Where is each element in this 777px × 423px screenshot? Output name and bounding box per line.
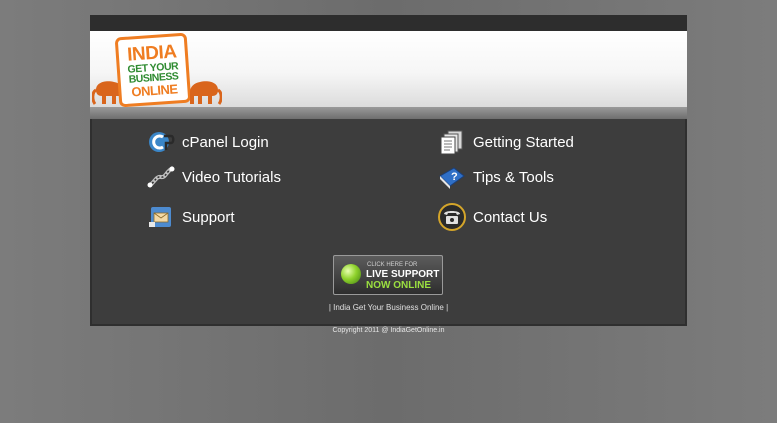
menu-support-label: Support (182, 208, 235, 226)
cpanel-icon (146, 129, 176, 155)
menu-getting-started-label: Getting Started (473, 133, 574, 151)
copyright-text: Copyright 2011 @ IndiaGetOnline.in (332, 327, 445, 334)
live-support-small-text: CLICK HERE FOR (367, 262, 418, 268)
help-book-icon: ? (437, 164, 467, 190)
online-status-light-icon (341, 264, 361, 284)
header: INDIA GET YOUR BUSINESS ONLINE (90, 31, 687, 108)
logo[interactable]: INDIA GET YOUR BUSINESS ONLINE (114, 32, 192, 108)
telephone-icon (437, 203, 467, 231)
support-mail-icon (146, 204, 176, 230)
live-support-text: LIVE SUPPORT (366, 269, 440, 280)
svg-text:?: ? (451, 171, 458, 183)
elephant-right-icon (190, 81, 222, 105)
menu-video-tutorials-label: Video Tutorials (182, 168, 281, 186)
now-online-text: NOW ONLINE (366, 280, 431, 291)
menu-contact-us[interactable]: Contact Us (437, 203, 548, 231)
menu-getting-started[interactable]: Getting Started (437, 129, 574, 155)
menu-cpanel-login-label: cPanel Login (182, 133, 269, 151)
main-frame: INDIA GET YOUR BUSINESS ONLINE cPanel Lo… (90, 15, 687, 326)
footer-site-link[interactable]: | India Get Your Business Online | (90, 303, 687, 312)
menu-cpanel-login[interactable]: cPanel Login (146, 129, 269, 155)
menu-contact-us-label: Contact Us (473, 208, 548, 226)
header-divider (90, 107, 687, 119)
menu-video-tutorials[interactable]: Video Tutorials (146, 164, 281, 190)
film-reel-icon (146, 164, 176, 190)
live-support-button[interactable]: CLICK HERE FOR LIVE SUPPORT NOW ONLINE (333, 255, 443, 295)
menu-tips-tools[interactable]: ? Tips & Tools (437, 164, 554, 190)
documents-icon (437, 129, 467, 155)
menu-support[interactable]: Support (146, 204, 235, 230)
logo-text-online: ONLINE (130, 80, 178, 100)
top-bar (90, 15, 687, 31)
menu-tips-tools-label: Tips & Tools (473, 168, 554, 186)
